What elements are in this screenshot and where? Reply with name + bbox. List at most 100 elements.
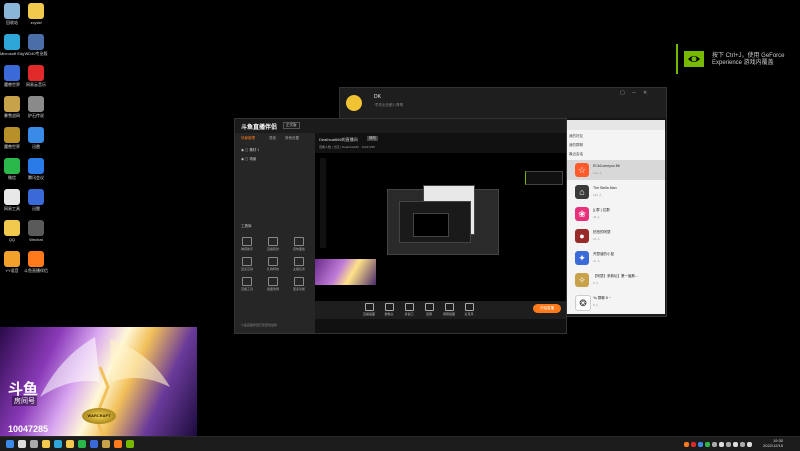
source-button[interactable]: 多窗口 (399, 303, 419, 316)
nvidia-overlay-toast[interactable]: 按下 Ctrl+J，使用 GeForce Experience 游戏内覆盖 (676, 44, 800, 74)
contact-item[interactable]: ● 拍拍的阿瑟 18 人 (565, 226, 665, 246)
source-button[interactable]: 麦克风 (459, 303, 479, 316)
tray-icon[interactable] (705, 442, 710, 447)
room-number-label: 房间号 (12, 396, 37, 406)
desktop-icon[interactable]: 暴雪战网 (0, 96, 24, 118)
tray-icon[interactable] (719, 442, 724, 447)
tool-button[interactable]: 主播任务 (290, 257, 308, 271)
contact-category[interactable]: 最近会话 (569, 152, 583, 157)
start-live-button[interactable]: 开始直播 (533, 304, 561, 313)
tab-settings[interactable]: 其他设置 (285, 136, 299, 141)
app-icon (4, 189, 20, 205)
desktop-icon[interactable]: WD40专业版 (24, 34, 48, 56)
task-view-icon[interactable] (30, 440, 38, 448)
contact-item[interactable]: ✧ 【阿瑟】来新坛】第一届斯... 5 人 (565, 270, 665, 290)
wechat-icon[interactable] (78, 440, 86, 448)
tool-button[interactable]: 音效面板 (290, 237, 308, 251)
contact-category[interactable]: 我的群聊 (569, 143, 583, 148)
desktop-icon[interactable]: 炉石传说 (24, 96, 48, 118)
window-controls[interactable]: ▢ ─ ✕ (620, 90, 650, 96)
tool-icon (242, 237, 252, 246)
desktop-icon[interactable]: 魔兽世界 (0, 127, 24, 149)
tray-icon[interactable] (691, 442, 696, 447)
contact-item[interactable]: ❀ (( 群 ) 拉群 46 人 (565, 204, 665, 224)
desktop-icon[interactable]: 迅雷 (24, 189, 48, 211)
source-icon (404, 303, 414, 311)
tool-button[interactable]: 直播装扮 (264, 237, 282, 251)
app-icon (4, 96, 20, 112)
douyu-icon[interactable] (114, 440, 122, 448)
douyu-streamer-window[interactable]: 斗鱼直播伴侣 正式版 场景管理 混音 其他设置 ◉ ▢ 素材 1 ◉ ▢ 场景 … (234, 118, 567, 334)
desktop-icon[interactable]: Microsoft Edge (0, 34, 24, 56)
file-explorer-icon[interactable] (42, 440, 50, 448)
avatar[interactable] (346, 95, 362, 111)
tab-mixer[interactable]: 混音 (269, 136, 276, 141)
qq-icon[interactable] (66, 440, 74, 448)
tool-button[interactable]: 弹幕助手 (238, 237, 256, 251)
desktop-icon[interactable]: 斗鱼直播伴侣 (24, 251, 48, 273)
desktop-icon[interactable]: 迅雷 (24, 127, 48, 149)
toast-text: 按下 Ctrl+J，使用 GeForce Experience 游戏内覆盖 (712, 53, 800, 67)
nvidia-icon[interactable] (126, 440, 134, 448)
windows-start-icon[interactable] (6, 440, 14, 448)
desktop-icon[interactable]: 网易云音乐 (24, 65, 48, 87)
app-icon (28, 3, 44, 19)
stream-bottom-bar: 直播画面 摄像头 多窗口 连屏 屏幕截图 麦克风 (315, 301, 566, 319)
tray-icon[interactable] (712, 442, 717, 447)
desktop-icon[interactable]: 微信 (0, 158, 24, 180)
desktop-icon[interactable]: zxyxkf (24, 3, 48, 25)
tray-icon[interactable] (684, 442, 689, 447)
contact-name: (( 群 ) 拉群 (593, 208, 610, 212)
update-notice: 斗鱼直播伴侣已安装到最新 (241, 323, 278, 327)
contact-item[interactable]: ✦ 齐瑟诞的小鼠 21 人 (565, 248, 665, 268)
tool-button[interactable]: 截图录屏 (264, 277, 282, 291)
desktop-icon-label: 迅雷 (32, 144, 40, 149)
tray-icon[interactable] (726, 442, 731, 447)
scene-item[interactable]: ◉ ▢ 素材 1 (241, 148, 259, 153)
desktop-icon[interactable]: 网易工具 (0, 189, 24, 211)
contact-subtitle: 46 人 (593, 215, 601, 219)
tab-scenes[interactable]: 场景管理 (241, 136, 255, 141)
contact-category[interactable]: 我的好友 (569, 134, 583, 139)
tray-icon[interactable] (747, 442, 752, 447)
edit-room-button[interactable]: 修改 (367, 136, 378, 141)
edge-icon[interactable] (54, 440, 62, 448)
desktop-icon-label: 回收站 (6, 20, 18, 25)
source-button[interactable]: 摄像头 (379, 303, 399, 316)
preview-thumbnail (315, 259, 376, 285)
source-button[interactable]: 直播画面 (359, 303, 379, 316)
tool-button[interactable]: 更多功能 (290, 277, 308, 291)
tray-icon[interactable] (698, 442, 703, 447)
desktop-icon[interactable]: QQ (0, 220, 24, 242)
desktop-icon[interactable]: Wechat (24, 220, 48, 242)
tray-icon[interactable] (733, 442, 738, 447)
wow-icon[interactable] (90, 440, 98, 448)
contact-list-panel[interactable]: 我的好友 我的群聊 最近会话 ☆ ECbComeyou 8K 132 人 ⌂ The Stel… (565, 120, 665, 314)
contact-item[interactable]: ❂ Yo 群聊 8 ~ 8 人 (565, 292, 665, 312)
tool-button[interactable]: 礼物特效 (264, 257, 282, 271)
warcraft-logo: WARCRAFT (82, 408, 116, 424)
desktop-icon[interactable]: 回收站 (0, 3, 24, 25)
contact-subtitle: 132 人 (593, 193, 602, 197)
taskbar-clock[interactable]: 19:30 2022/12/15 (763, 438, 783, 448)
tool-button[interactable]: 连麦互动 (238, 257, 256, 271)
desktop-icon[interactable]: YY语音 (0, 251, 24, 273)
tool-button[interactable]: 直播工具 (238, 277, 256, 291)
contact-name: The Stella Man (593, 186, 617, 190)
scene-item[interactable]: ◉ ▢ 场景 (241, 157, 256, 162)
tray-icon[interactable] (740, 442, 745, 447)
desktop-icon[interactable]: 魔兽世界 (0, 65, 24, 87)
contact-avatar: ✦ (575, 251, 589, 265)
contact-item[interactable]: ☆ ECbComeyou 8K 132 人 (565, 160, 665, 180)
source-button[interactable]: 屏幕截图 (439, 303, 459, 316)
battlenet-icon[interactable] (102, 440, 110, 448)
contact-item[interactable]: ⌂ The Stella Man 132 人 (565, 182, 665, 202)
search-icon[interactable] (18, 440, 26, 448)
source-button[interactable]: 连屏 (419, 303, 439, 316)
contact-name: Yo 群聊 8 ~ (593, 296, 611, 300)
source-label: 摄像头 (384, 312, 394, 316)
contact-name: DK (374, 94, 381, 100)
desktop-icon[interactable]: 腾讯会议 (24, 158, 48, 180)
contact-avatar: ☆ (575, 163, 589, 177)
app-icon (4, 65, 20, 81)
